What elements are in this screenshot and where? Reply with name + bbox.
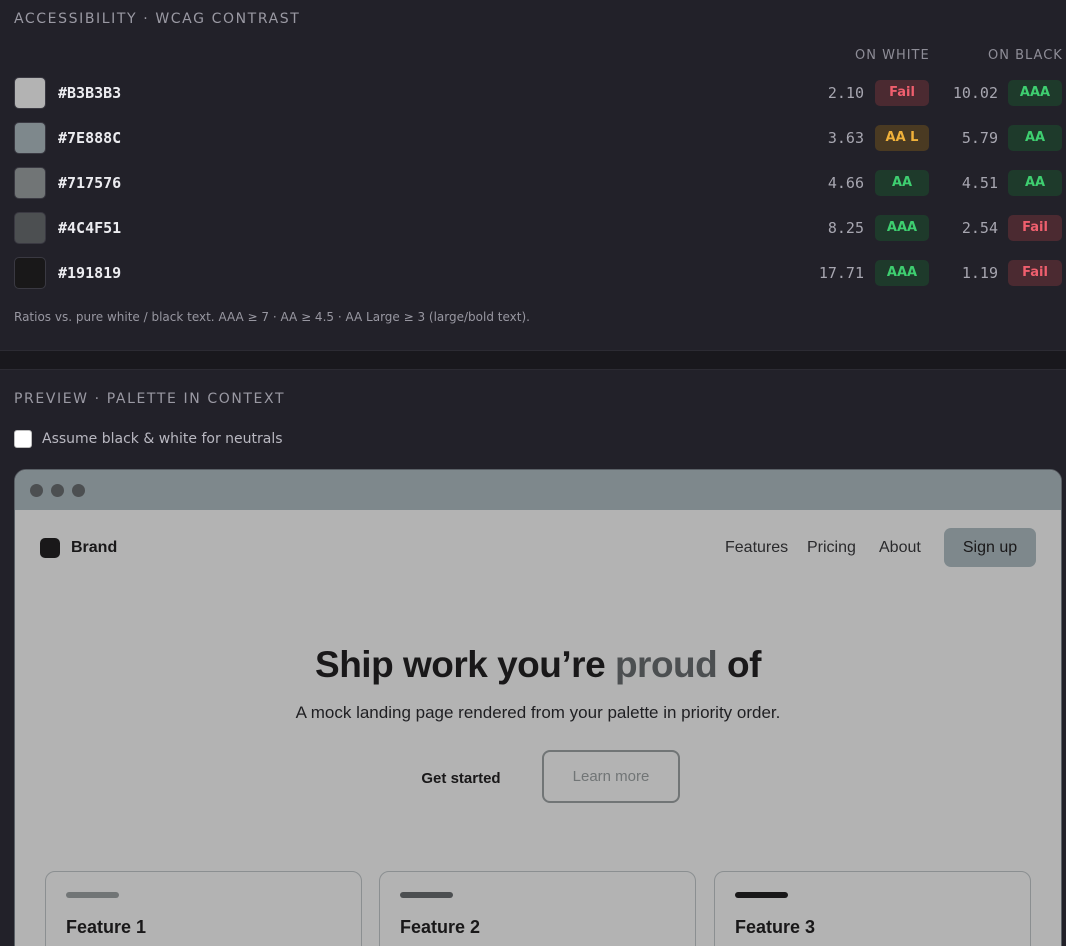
window-dot-icon xyxy=(51,484,64,497)
badge-on-black: AA xyxy=(1008,170,1062,196)
hex-value: #717576 xyxy=(58,174,122,192)
feature-title: Feature 1 xyxy=(66,917,147,937)
feature-card: Feature 3 xyxy=(714,871,1031,946)
window-dot-icon xyxy=(30,484,43,497)
ratio-on-white: 2.10 xyxy=(827,84,864,102)
badge-on-black: Fail xyxy=(1008,215,1062,241)
hex-value: #191819 xyxy=(58,264,122,282)
hero-subtitle: A mock landing page rendered from your p… xyxy=(295,703,781,722)
ratio-on-white: 8.25 xyxy=(827,219,864,237)
mock-landing-page: Brand Features Pricing About Sign up Shi… xyxy=(15,510,1061,946)
ratio-on-black: 2.54 xyxy=(961,219,998,237)
hex-value: #4C4F51 xyxy=(58,219,122,237)
contrast-row: #7E888C 3.63 AA L 5.79 AA xyxy=(14,122,1066,154)
contrast-row: #B3B3B3 2.10 Fail 10.02 AAA xyxy=(14,77,1066,109)
contrast-footnote: Ratios vs. pure white / black text. AAA … xyxy=(14,310,530,324)
panel-divider xyxy=(0,351,1066,369)
color-swatch[interactable] xyxy=(14,77,46,109)
neutrals-checkbox[interactable] xyxy=(14,430,32,448)
accessibility-panel: ACCESSIBILITY · WCAG CONTRAST ON WHITE O… xyxy=(0,0,1066,351)
hero-title-start: Ship work you’re xyxy=(315,644,615,685)
hex-value: #7E888C xyxy=(58,129,122,147)
feature-accent-bar xyxy=(66,892,119,898)
feature-card: Feature 2 xyxy=(379,871,696,946)
nav-link-features[interactable]: Features xyxy=(725,539,788,557)
brand-logo-icon xyxy=(40,538,60,558)
badge-on-white: AA xyxy=(875,170,929,196)
preview-title: PREVIEW · PALETTE IN CONTEXT xyxy=(14,391,286,407)
hero-title-end: of xyxy=(717,644,761,685)
feature-accent-bar xyxy=(400,892,453,898)
browser-titlebar xyxy=(15,470,1061,510)
ratio-on-black: 4.51 xyxy=(961,174,998,192)
badge-on-black: AAA xyxy=(1008,80,1062,106)
brand-name[interactable]: Brand xyxy=(71,539,117,557)
ratio-on-black: 10.02 xyxy=(952,84,998,102)
color-swatch[interactable] xyxy=(14,122,46,154)
ratio-on-black: 5.79 xyxy=(961,129,998,147)
mock-browser-window: Brand Features Pricing About Sign up Shi… xyxy=(14,469,1062,946)
color-swatch[interactable] xyxy=(14,167,46,199)
color-swatch[interactable] xyxy=(14,212,46,244)
neutrals-checkbox-label[interactable]: Assume black & white for neutrals xyxy=(42,431,283,447)
learn-more-button[interactable]: Learn more xyxy=(542,750,680,803)
contrast-row: #717576 4.66 AA 4.51 AA xyxy=(14,167,1066,199)
hero-title: Ship work you’re proud of xyxy=(15,644,1061,686)
nav-link-about[interactable]: About xyxy=(879,539,921,557)
badge-on-black: Fail xyxy=(1008,260,1062,286)
feature-card: Feature 1 xyxy=(45,871,362,946)
get-started-button[interactable]: Get started xyxy=(405,763,517,795)
ratio-on-white: 17.71 xyxy=(818,264,864,282)
feature-accent-bar xyxy=(735,892,788,898)
nav-link-pricing[interactable]: Pricing xyxy=(807,539,856,557)
badge-on-white: Fail xyxy=(875,80,929,106)
hex-value: #B3B3B3 xyxy=(58,84,122,102)
ratio-on-black: 1.19 xyxy=(961,264,998,282)
signup-button[interactable]: Sign up xyxy=(944,528,1036,567)
ratio-on-white: 4.66 xyxy=(827,174,864,192)
badge-on-white: AA L xyxy=(875,125,929,151)
contrast-row: #191819 17.71 AAA 1.19 Fail xyxy=(14,257,1066,289)
color-swatch[interactable] xyxy=(14,257,46,289)
ratio-on-white: 3.63 xyxy=(827,129,864,147)
badge-on-white: AAA xyxy=(875,260,929,286)
feature-title: Feature 2 xyxy=(400,917,481,937)
accessibility-title: ACCESSIBILITY · WCAG CONTRAST xyxy=(14,11,301,27)
hero-title-accent: proud xyxy=(614,644,718,685)
on-black-header: ON BLACK xyxy=(988,48,1063,63)
feature-title: Feature 3 xyxy=(735,917,816,937)
contrast-row: #4C4F51 8.25 AAA 2.54 Fail xyxy=(14,212,1066,244)
window-dot-icon xyxy=(72,484,85,497)
badge-on-black: AA xyxy=(1008,125,1062,151)
on-white-header: ON WHITE xyxy=(855,48,930,63)
badge-on-white: AAA xyxy=(875,215,929,241)
